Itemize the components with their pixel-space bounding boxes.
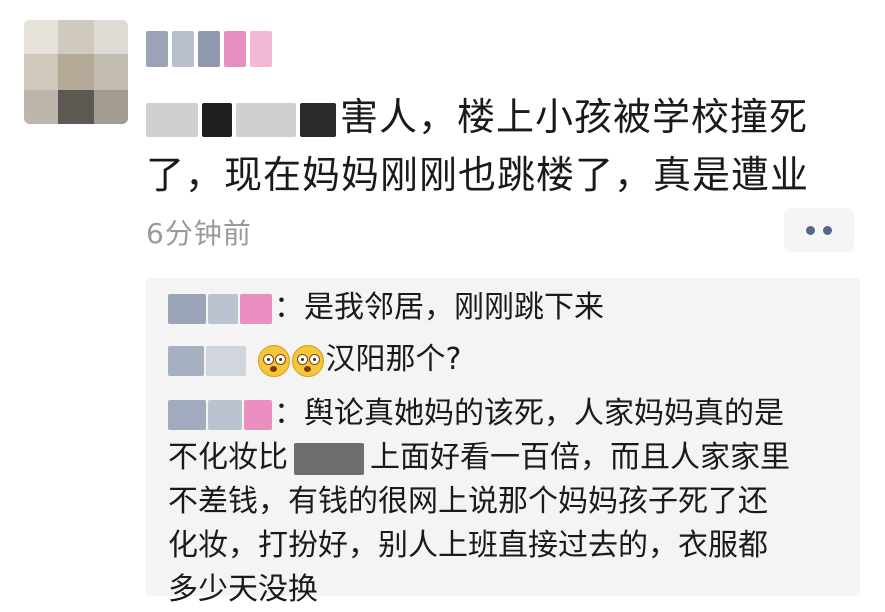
comment-author[interactable] [208, 399, 242, 430]
post-text: 害人，楼上小孩被学校撞死 了，现在妈妈刚刚也跳楼了，真是遭业 [146, 88, 866, 204]
comment-text: ：是我邻居，刚刚跳下来 [274, 290, 604, 325]
comment-author[interactable] [168, 345, 204, 376]
post-text-line2: 了，现在妈妈刚刚也跳楼了，真是遭业 [146, 153, 810, 197]
post-author-name[interactable] [146, 30, 272, 68]
redacted-text-block [294, 442, 364, 475]
comment-author[interactable] [206, 345, 246, 376]
more-dots-icon [806, 225, 815, 235]
post-text-line1: 害人，楼上小孩被学校撞死 [340, 95, 809, 139]
comment-author[interactable] [168, 293, 206, 324]
post-timestamp: 6分钟前 [146, 217, 252, 250]
comment-item[interactable]: 汉阳那个? [168, 338, 848, 382]
comment-text-line3: 不差钱，有钱的很网上说那个妈妈孩子死了还 [168, 484, 768, 519]
comment-author[interactable] [208, 293, 238, 324]
redacted-text-block [300, 102, 336, 137]
comment-item[interactable]: ：舆论真她妈的该死，人家妈妈真的是 不化妆比 上面好看一百倍，而且人家家里 不差钱… [168, 392, 848, 612]
redacted-text-block [202, 102, 232, 137]
comment-text: 汉阳那个? [325, 342, 462, 377]
more-actions-button[interactable] [784, 208, 854, 252]
shocked-face-emoji-icon [257, 344, 290, 377]
comment-text-line4: 化妆，打扮好，别人上班直接过去的，衣服都 [168, 528, 768, 563]
more-dots-icon [823, 225, 832, 235]
comment-section: ：是我邻居，刚刚跳下来 汉阳那个? ：舆论真她妈的该死，人家妈妈真的是 不化妆比… [146, 278, 860, 607]
comment-author[interactable] [244, 399, 272, 430]
comment-text-line2a: 不化妆比 [168, 440, 288, 475]
comment-text-line2b: 上面好看一百倍，而且人家家里 [370, 440, 790, 475]
comment-author[interactable] [240, 293, 272, 324]
shocked-face-emoji-icon [291, 344, 324, 377]
comment-item[interactable]: ：是我邻居，刚刚跳下来 [168, 286, 848, 330]
redacted-text-block [236, 102, 296, 137]
comment-author[interactable] [168, 399, 206, 430]
redacted-text-block [146, 102, 198, 137]
avatar[interactable] [24, 20, 128, 124]
comment-text-line1: ：舆论真她妈的该死，人家妈妈真的是 [274, 396, 784, 431]
